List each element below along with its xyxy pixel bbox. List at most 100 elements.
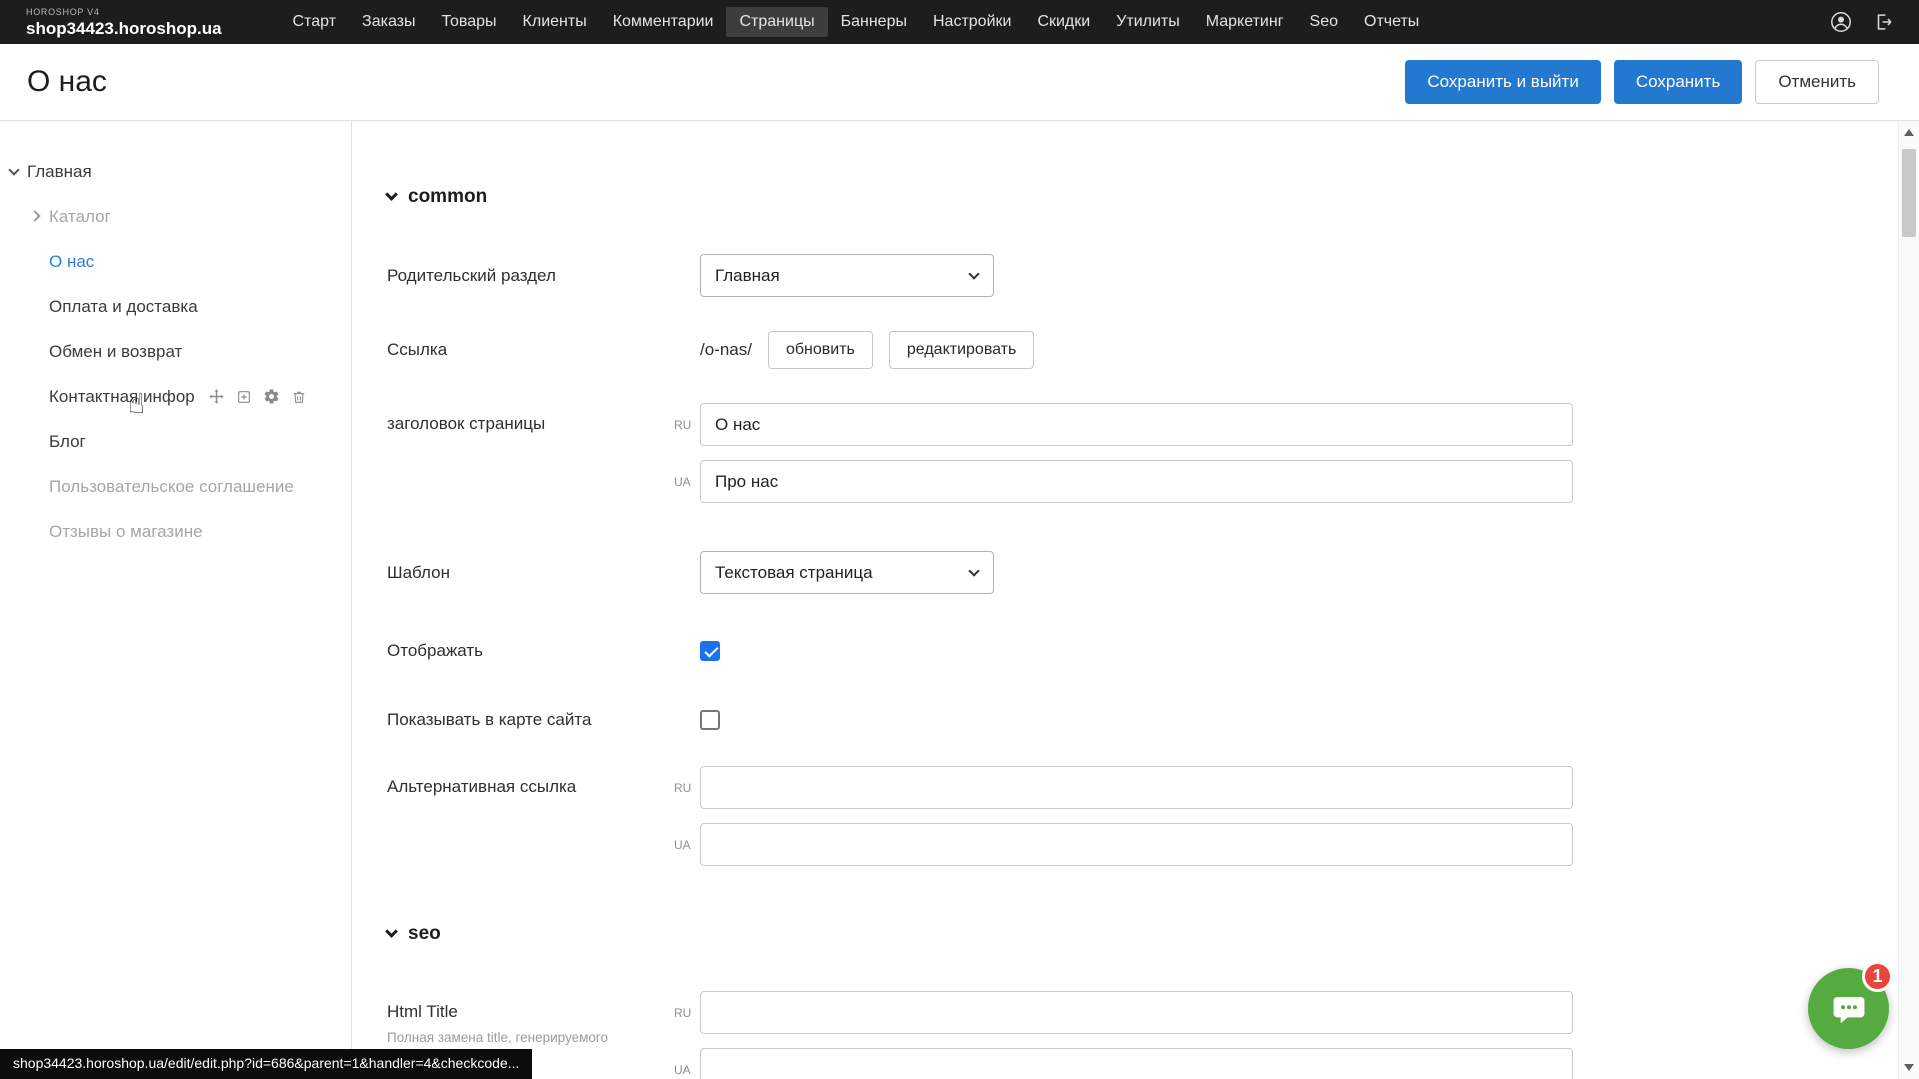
page-edit-form: common Родительский раздел Главная Ссылк…	[353, 121, 1898, 1079]
field-hint: Полная замена title, генерируемого	[387, 1030, 674, 1047]
page-header: О нас Сохранить и выйти Сохранить Отмени…	[0, 44, 1919, 121]
lang-ua-badge: UA	[674, 1063, 700, 1077]
field-label: Шаблон	[387, 563, 700, 583]
topbar-menu-reports[interactable]: Отчеты	[1351, 7, 1432, 37]
user-account-icon[interactable]	[1829, 10, 1853, 34]
topbar: HOROSHOP V4 shop34423.horoshop.ua Старт …	[0, 0, 1919, 44]
chevron-down-icon	[385, 925, 398, 938]
page-title-row: заголовок страницы RU UA	[387, 403, 1898, 503]
alt-link-ru-input[interactable]	[700, 766, 1573, 809]
delete-trash-icon[interactable]	[291, 389, 307, 405]
topbar-right	[1829, 10, 1895, 34]
lang-ua-badge: UA	[674, 838, 700, 852]
settings-gear-icon[interactable]	[263, 388, 280, 405]
field-label: Отображать	[387, 641, 700, 661]
scroll-down-arrow[interactable]	[1904, 1064, 1914, 1071]
sidebar-item-label: Оплата и доставка	[49, 297, 198, 317]
lang-inputs: RU UA	[674, 403, 1573, 503]
sidebar-item-oplata-i-dostavka[interactable]: Оплата и доставка	[0, 284, 351, 329]
move-icon[interactable]	[208, 388, 225, 405]
select-value: Текстовая страница	[715, 563, 873, 583]
lang-inputs: RU UA	[674, 766, 1573, 866]
header-buttons: Сохранить и выйти Сохранить Отменить	[1405, 60, 1879, 104]
lang-ru-badge: RU	[674, 1006, 700, 1020]
lang-ru-badge: RU	[674, 781, 700, 795]
refresh-link-button[interactable]: обновить	[768, 331, 873, 369]
shop-domain-label: shop34423.horoshop.ua	[26, 20, 222, 37]
topbar-menu-comments[interactable]: Комментарии	[600, 7, 727, 37]
display-row: Отображать	[387, 641, 1898, 661]
field-label: Родительский раздел	[387, 266, 700, 286]
topbar-menu-start[interactable]: Старт	[280, 7, 349, 37]
field-label: Показывать в карте сайта	[387, 710, 700, 730]
sidebar-item-o-nas[interactable]: О нас	[0, 239, 351, 284]
sidebar-item-label: Контактная инфор	[49, 387, 195, 407]
scroll-up-arrow[interactable]	[1904, 129, 1914, 136]
page-title-ru-input[interactable]	[700, 403, 1573, 446]
sidebar-item-blog[interactable]: Блог	[0, 419, 351, 464]
sitemap-checkbox[interactable]	[700, 710, 720, 730]
cancel-button[interactable]: Отменить	[1755, 60, 1879, 104]
chevron-down-icon	[385, 188, 398, 201]
display-checkbox[interactable]	[700, 641, 720, 661]
sidebar-item-polzovatelskoe-soglashenie[interactable]: Пользовательское соглашение	[0, 464, 351, 509]
save-button[interactable]: Сохранить	[1614, 60, 1742, 104]
scrollbar-thumb[interactable]	[1902, 149, 1916, 237]
sidebar-item-label: Главная	[27, 162, 92, 182]
page-title: О нас	[27, 65, 107, 99]
chat-launcher-button[interactable]: 1	[1808, 968, 1889, 1049]
topbar-menu-pages[interactable]: Страницы	[726, 7, 827, 37]
brand-version-label: HOROSHOP V4	[26, 8, 222, 17]
sidebar-item-obmen-i-vozvrat[interactable]: Обмен и возврат	[0, 329, 351, 374]
lang-ua-badge: UA	[674, 475, 700, 489]
topbar-menu-settings[interactable]: Настройки	[920, 7, 1024, 37]
field-label: Альтернативная ссылка	[387, 766, 674, 797]
page-title-ua-input[interactable]	[700, 460, 1573, 503]
topbar-menu-marketing[interactable]: Маркетинг	[1193, 7, 1297, 37]
sidebar-item-label: Пользовательское соглашение	[49, 477, 294, 497]
alt-link-ua-input[interactable]	[700, 823, 1573, 866]
html-title-row: Html Title Полная замена title, генериру…	[387, 991, 1898, 1079]
field-label: Html Title	[387, 1002, 674, 1022]
chevron-down-icon	[968, 565, 979, 576]
brand-logo[interactable]: HOROSHOP V4 shop34423.horoshop.ua	[26, 8, 222, 37]
topbar-menu-utilities[interactable]: Утилиты	[1103, 7, 1193, 37]
template-select[interactable]: Текстовая страница	[700, 551, 994, 594]
sidebar-item-katalog[interactable]: Каталог	[0, 194, 351, 239]
parent-section-select[interactable]: Главная	[700, 254, 994, 297]
link-preview-statusbar: shop34423.horoshop.ua/edit/edit.php?id=6…	[0, 1049, 532, 1079]
section-common-header[interactable]: common	[387, 186, 1898, 208]
template-row: Шаблон Текстовая страница	[387, 551, 1898, 594]
section-seo-header[interactable]: seo	[387, 923, 1898, 945]
topbar-menu-orders[interactable]: Заказы	[349, 7, 428, 37]
topbar-menu-products[interactable]: Товары	[429, 7, 510, 37]
chat-bubble-icon	[1830, 990, 1868, 1028]
vertical-scrollbar[interactable]	[1898, 121, 1919, 1079]
alt-link-row: Альтернативная ссылка RU UA	[387, 766, 1898, 866]
page-url-path: /o-nas/	[700, 340, 752, 360]
edit-link-button[interactable]: редактировать	[889, 331, 1034, 369]
sidebar-item-label: Блог	[49, 432, 86, 452]
topbar-menu-banners[interactable]: Баннеры	[828, 7, 920, 37]
chevron-right-icon[interactable]	[29, 210, 40, 221]
chevron-down-icon	[968, 268, 979, 279]
add-page-icon[interactable]	[236, 389, 252, 405]
html-title-ru-input[interactable]	[700, 991, 1573, 1034]
topbar-menu-seo[interactable]: Seo	[1297, 7, 1351, 37]
sidebar-item-label: Обмен и возврат	[49, 342, 182, 362]
sitemap-row: Показывать в карте сайта	[387, 710, 1898, 730]
sidebar-item-glavnaya[interactable]: Главная	[0, 149, 351, 194]
topbar-menu-clients[interactable]: Клиенты	[510, 7, 600, 37]
logout-icon[interactable]	[1873, 11, 1895, 33]
section-title: seo	[408, 923, 441, 945]
topbar-menu-discounts[interactable]: Скидки	[1024, 7, 1103, 37]
chevron-down-icon[interactable]	[8, 164, 19, 175]
field-label: Ссылка	[387, 340, 700, 360]
sidebar-item-otzyvy-o-magazine[interactable]: Отзывы о магазине	[0, 509, 351, 554]
sidebar-item-kontaktnaya-informatsiya[interactable]: Контактная инфор	[0, 374, 351, 419]
html-title-ua-input[interactable]	[700, 1048, 1573, 1079]
select-value: Главная	[715, 266, 780, 286]
field-label-block: Html Title Полная замена title, генериру…	[387, 991, 674, 1047]
save-and-exit-button[interactable]: Сохранить и выйти	[1405, 60, 1600, 104]
sidebar-item-label: О нас	[49, 252, 94, 272]
